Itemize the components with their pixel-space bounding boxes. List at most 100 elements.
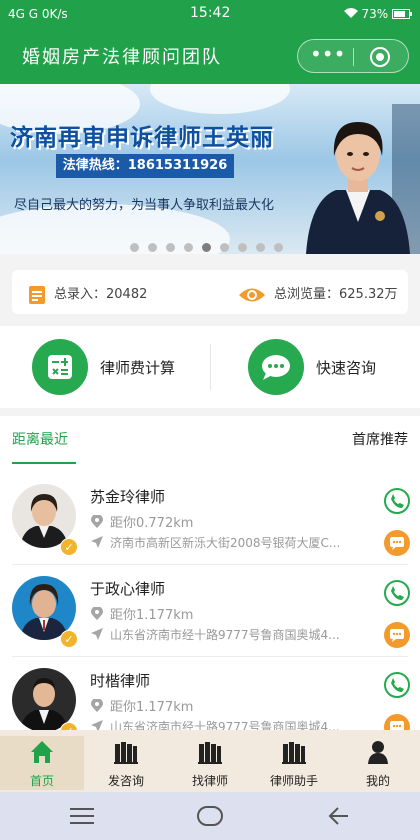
app-header: 婚姻房产法律顾问团队 ••• [0, 28, 420, 84]
chat-icon[interactable] [384, 714, 410, 730]
lawyer-address-text: 山东省济南市经十路9777号鲁商国奥城4... [110, 628, 340, 642]
capsule-divider [353, 48, 354, 66]
carousel-dot[interactable] [274, 243, 283, 252]
nav-home-label: 首页 [29, 774, 54, 788]
lawyer-card[interactable]: ✓ 苏金玲律师 距你0.772km 济南市高新区新泺大街2008号银荷大厦C..… [0, 464, 420, 565]
tab-recommended[interactable]: 首席推荐 [352, 429, 408, 449]
lawyer-name: 时楷律师 [90, 672, 151, 690]
nav-ask[interactable]: 发咨询 [84, 736, 168, 790]
total-entries-text: 总录入：20482 [54, 287, 148, 302]
bottom-tab-bar: 首页 发咨询 找律师 律师助手 我的 [0, 730, 420, 792]
calculator-icon [32, 339, 88, 395]
lawyer-address-text: 山东省济南市经十路9777号鲁商国奥城4... [110, 720, 340, 730]
lawyer-address-text: 济南市高新区新泺大街2008号银荷大厦C... [110, 536, 341, 550]
lawyer-card[interactable]: ✓ 于政心律师 距你1.177km 山东省济南市经十路9777号鲁商国奥城4..… [0, 556, 420, 657]
nav-home[interactable]: 首页 [0, 736, 84, 790]
lawyer-name: 于政心律师 [90, 580, 166, 598]
status-bar: 4G G 0K/s 15:42 73% [0, 0, 420, 28]
more-menu-icon[interactable]: ••• [310, 44, 345, 66]
navigation-arrow-icon [91, 628, 103, 640]
carousel-dot[interactable] [148, 243, 157, 252]
quick-tools: 律师费计算 快速咨询 [0, 326, 420, 408]
verified-badge-icon: ✓ [60, 630, 78, 648]
lawyer-list: ✓ 苏金玲律师 距你0.772km 济南市高新区新泺大街2008号银荷大厦C..… [0, 464, 420, 730]
carousel-dot[interactable] [256, 243, 265, 252]
promo-banner[interactable]: 济南再审申诉律师王英丽 法律热线：18615311926 尽自己最大的努力，为当… [0, 84, 420, 254]
lawyer-distance-text: 距你1.177km [110, 700, 194, 715]
carousel-dot[interactable] [220, 243, 229, 252]
avatar [12, 668, 76, 730]
total-views: 总浏览量：625.32万 [238, 283, 398, 304]
location-pin-icon [91, 515, 103, 528]
banner-slogan: 尽自己最大的努力，为当事人争取利益最大化 [14, 198, 275, 213]
lawyer-name: 苏金玲律师 [90, 488, 166, 506]
nav-find-lawyer[interactable]: 找律师 [168, 736, 252, 790]
nav-mine[interactable]: 我的 [336, 736, 420, 790]
banner-cloud [150, 84, 290, 114]
chat-icon[interactable] [384, 622, 410, 648]
carousel-dot[interactable] [130, 243, 139, 252]
lawyer-card[interactable]: ✓ 时楷律师 距你1.177km 山东省济南市经十路9777号鲁商国奥城4... [0, 648, 420, 730]
stats-card: 总录入：20482 总浏览量：625.32万 [12, 270, 408, 314]
nav-mine-label: 我的 [365, 774, 390, 788]
fee-calculator-label: 律师费计算 [100, 359, 176, 377]
navigation-arrow-icon [91, 536, 103, 548]
nav-find-lawyer-label: 找律师 [191, 774, 228, 788]
tools-divider [210, 344, 211, 390]
eye-icon [239, 288, 265, 301]
wifi-icon [343, 8, 358, 18]
phone-icon[interactable] [384, 672, 410, 698]
tab-nearest[interactable]: 距离最近 [12, 429, 68, 449]
carousel-dot[interactable] [166, 243, 175, 252]
location-pin-icon [91, 607, 103, 620]
lawyer-distance: 距你1.177km [90, 604, 193, 623]
battery-percent: 73% [361, 7, 389, 21]
nav-assistant-label: 律师助手 [269, 774, 318, 788]
lawyer-address: 山东省济南市经十路9777号鲁商国奥城4... [90, 718, 370, 730]
lawyer-distance-text: 距你0.772km [110, 516, 194, 531]
back-arrow-icon[interactable] [328, 804, 350, 828]
lawyer-portrait [306, 104, 420, 254]
battery-icon [392, 9, 412, 19]
total-views-text: 总浏览量：625.32万 [274, 287, 398, 302]
navigation-arrow-icon [91, 720, 103, 730]
lawyer-distance-text: 距你1.177km [110, 608, 194, 623]
home-icon [31, 741, 53, 763]
lawyer-distance: 距你1.177km [90, 696, 193, 715]
close-target-icon[interactable] [370, 47, 390, 67]
carousel-dot-active[interactable] [202, 243, 211, 252]
lawyer-address: 济南市高新区新泺大街2008号银荷大厦C... [90, 534, 370, 551]
carousel-dot[interactable] [238, 243, 247, 252]
document-icon [29, 285, 45, 304]
carousel-dot[interactable] [184, 243, 193, 252]
lawyer-distance: 距你0.772km [90, 512, 193, 531]
network-status: 4G G 0K/s [8, 7, 68, 21]
books-icon [282, 742, 306, 764]
lawyer-sort-tabs: 距离最近 首席推荐 [0, 416, 420, 464]
app-title: 婚姻房产法律顾问团队 [22, 47, 222, 68]
banner-hotline: 法律热线：18615311926 [56, 154, 234, 178]
nav-ask-label: 发咨询 [107, 774, 144, 788]
banner-headline: 济南再审申诉律师王英丽 [10, 125, 274, 151]
verified-badge-icon: ✓ [60, 538, 78, 556]
recent-apps-icon[interactable] [70, 808, 94, 824]
verified-badge-icon: ✓ [60, 722, 78, 730]
chat-icon[interactable] [384, 530, 410, 556]
lawyer-address: 山东省济南市经十路9777号鲁商国奥城4... [90, 626, 370, 643]
phone-icon[interactable] [384, 488, 410, 514]
books-icon [198, 742, 222, 764]
books-icon [114, 742, 138, 764]
total-entries: 总录入：20482 [28, 283, 147, 305]
battery-status: 73% [343, 7, 412, 21]
location-pin-icon [91, 699, 103, 712]
quick-consult-label: 快速咨询 [316, 359, 377, 377]
mini-program-capsule: ••• [297, 39, 409, 73]
phone-icon[interactable] [384, 580, 410, 606]
chat-bubble-icon [248, 339, 304, 395]
system-nav-bar [0, 792, 420, 840]
carousel-indicators [130, 237, 292, 252]
person-icon [368, 741, 388, 764]
home-button-icon[interactable] [197, 806, 223, 826]
nav-assistant[interactable]: 律师助手 [252, 736, 336, 790]
clock: 15:42 [190, 5, 231, 21]
